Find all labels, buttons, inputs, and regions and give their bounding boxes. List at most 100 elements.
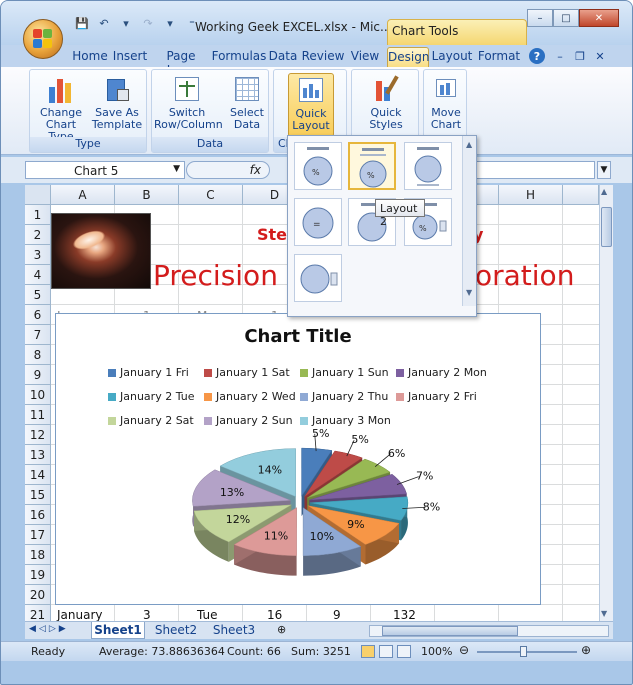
column-header-a[interactable]: A: [51, 185, 115, 205]
sheet-nav-arrows-icon[interactable]: ◀◁▷▶: [29, 624, 69, 634]
horizontal-scroll-thumb[interactable]: [382, 626, 518, 636]
gallery-scroll-up-icon[interactable]: ▲: [466, 140, 472, 149]
expand-formula-bar-icon[interactable]: ▼: [597, 161, 611, 179]
formula-input[interactable]: [475, 161, 595, 179]
cell-c21[interactable]: Tue: [197, 608, 218, 621]
data-label[interactable]: 9%: [347, 518, 364, 531]
row-header-18[interactable]: 18: [25, 545, 51, 565]
column-header-i[interactable]: [563, 185, 599, 205]
undo-dropdown-icon[interactable]: ▾: [117, 15, 135, 31]
data-label[interactable]: 12%: [226, 513, 250, 526]
tab-home[interactable]: Home: [71, 47, 109, 67]
tab-review[interactable]: Review: [301, 47, 345, 67]
scroll-up-icon[interactable]: ▲: [601, 187, 607, 196]
cell-e21[interactable]: 9: [333, 608, 341, 621]
scroll-thumb[interactable]: [601, 207, 612, 247]
zoom-in-icon[interactable]: ⊕: [581, 643, 591, 657]
name-box-dropdown-icon[interactable]: ▼: [173, 164, 180, 174]
data-label[interactable]: 7%: [416, 470, 433, 483]
zoom-level[interactable]: 100%: [421, 645, 452, 658]
redo-dropdown-icon[interactable]: ▾: [161, 15, 179, 31]
switch-row-column-button[interactable]: Switch Row/Column: [154, 73, 223, 131]
undo-icon[interactable]: ↶: [95, 15, 113, 31]
page-break-view-icon[interactable]: [397, 645, 411, 658]
data-label[interactable]: 14%: [258, 464, 282, 477]
select-all-corner[interactable]: [25, 185, 51, 205]
tab-design[interactable]: Design: [387, 47, 429, 67]
sheet-tab-2[interactable]: Sheet2: [149, 622, 203, 639]
layout-7-option[interactable]: [294, 254, 342, 302]
data-label[interactable]: 8%: [423, 500, 440, 513]
maximize-button[interactable]: □: [553, 9, 579, 27]
row-header-11[interactable]: 11: [25, 405, 51, 425]
save-icon[interactable]: 💾: [73, 15, 91, 31]
row-header-15[interactable]: 15: [25, 485, 51, 505]
row-header-6[interactable]: 6: [25, 305, 51, 325]
row-header-2[interactable]: 2: [25, 225, 51, 245]
row-header-16[interactable]: 16: [25, 505, 51, 525]
row-header-8[interactable]: 8: [25, 345, 51, 365]
data-label[interactable]: 5%: [312, 427, 329, 440]
ribbon-restore-icon[interactable]: ❐: [573, 48, 587, 64]
tab-format[interactable]: Format: [477, 47, 521, 67]
zoom-slider-thumb[interactable]: [520, 646, 527, 657]
column-header-b[interactable]: B: [115, 185, 179, 205]
ribbon-minimize-icon[interactable]: –: [553, 48, 567, 64]
page-layout-view-icon[interactable]: [379, 645, 393, 658]
help-icon[interactable]: ?: [529, 48, 545, 64]
cell-a21[interactable]: January: [57, 608, 103, 621]
data-label[interactable]: 13%: [220, 486, 244, 499]
layout-4-option[interactable]: =: [294, 198, 342, 246]
zoom-slider[interactable]: [477, 651, 577, 653]
column-header-h[interactable]: H: [499, 185, 563, 205]
select-data-button[interactable]: Select Data: [226, 73, 268, 131]
quick-layout-button[interactable]: Quick Layout: [288, 73, 334, 137]
layout-3-option[interactable]: [404, 142, 452, 190]
quick-styles-button[interactable]: Quick Styles: [360, 73, 412, 131]
layout-2-option[interactable]: %: [348, 142, 396, 190]
normal-view-icon[interactable]: [361, 645, 375, 658]
tab-view[interactable]: View: [349, 47, 381, 67]
tab-data[interactable]: Data: [268, 47, 298, 67]
name-box[interactable]: Chart 5 ▼: [25, 161, 185, 179]
row-header-19[interactable]: 19: [25, 565, 51, 585]
gallery-scroll-down-icon[interactable]: ▼: [466, 288, 472, 297]
tab-layout[interactable]: Layout: [431, 47, 473, 67]
zoom-out-icon[interactable]: ⊖: [459, 643, 469, 657]
minimize-button[interactable]: –: [527, 9, 553, 27]
row-header-20[interactable]: 20: [25, 585, 51, 605]
ribbon-close-icon[interactable]: ✕: [593, 48, 607, 64]
gallery-scrollbar[interactable]: ▲ ▼: [462, 136, 476, 306]
close-button[interactable]: ✕: [579, 9, 619, 27]
row-header-13[interactable]: 13: [25, 445, 51, 465]
row-header-3[interactable]: 3: [25, 245, 51, 265]
chart-area[interactable]: Chart Title January 1 Fri January 1 Sat Ja…: [55, 313, 541, 605]
row-header-9[interactable]: 9: [25, 365, 51, 385]
change-chart-type-button[interactable]: Change Chart Type: [32, 73, 90, 143]
scroll-down-icon[interactable]: ▼: [601, 609, 607, 618]
cell-f21[interactable]: 132: [393, 608, 416, 621]
row-header-10[interactable]: 10: [25, 385, 51, 405]
cell-d21[interactable]: 16: [267, 608, 282, 621]
column-header-c[interactable]: C: [179, 185, 243, 205]
row-header-14[interactable]: 14: [25, 465, 51, 485]
data-label[interactable]: 10%: [310, 530, 334, 543]
pie-chart[interactable]: 5% 5% 6% 7% 8% 9% 10% 11% 12% 13% 14%: [56, 314, 542, 606]
sheet-tab-1[interactable]: Sheet1: [91, 622, 145, 639]
horizontal-scrollbar[interactable]: [369, 625, 609, 637]
redo-icon[interactable]: ↷: [139, 15, 157, 31]
cell-b21[interactable]: 3: [143, 608, 151, 621]
insert-sheet-icon[interactable]: ⊕: [277, 623, 286, 636]
tab-page-layout[interactable]: Page Layo: [152, 47, 210, 67]
vertical-scrollbar[interactable]: ▲ ▼: [599, 185, 613, 621]
row-header-1[interactable]: 1: [25, 205, 51, 225]
row-header-12[interactable]: 12: [25, 425, 51, 445]
move-chart-button[interactable]: Move Chart: [426, 73, 466, 131]
tab-formulas[interactable]: Formulas: [211, 47, 267, 67]
row-header-7[interactable]: 7: [25, 325, 51, 345]
insert-function-button[interactable]: fx: [186, 161, 270, 179]
save-as-template-button[interactable]: Save As Template: [90, 73, 144, 131]
data-label[interactable]: 6%: [388, 447, 405, 460]
layout-1-option[interactable]: %: [294, 142, 342, 190]
row-header-4[interactable]: 4: [25, 265, 51, 285]
